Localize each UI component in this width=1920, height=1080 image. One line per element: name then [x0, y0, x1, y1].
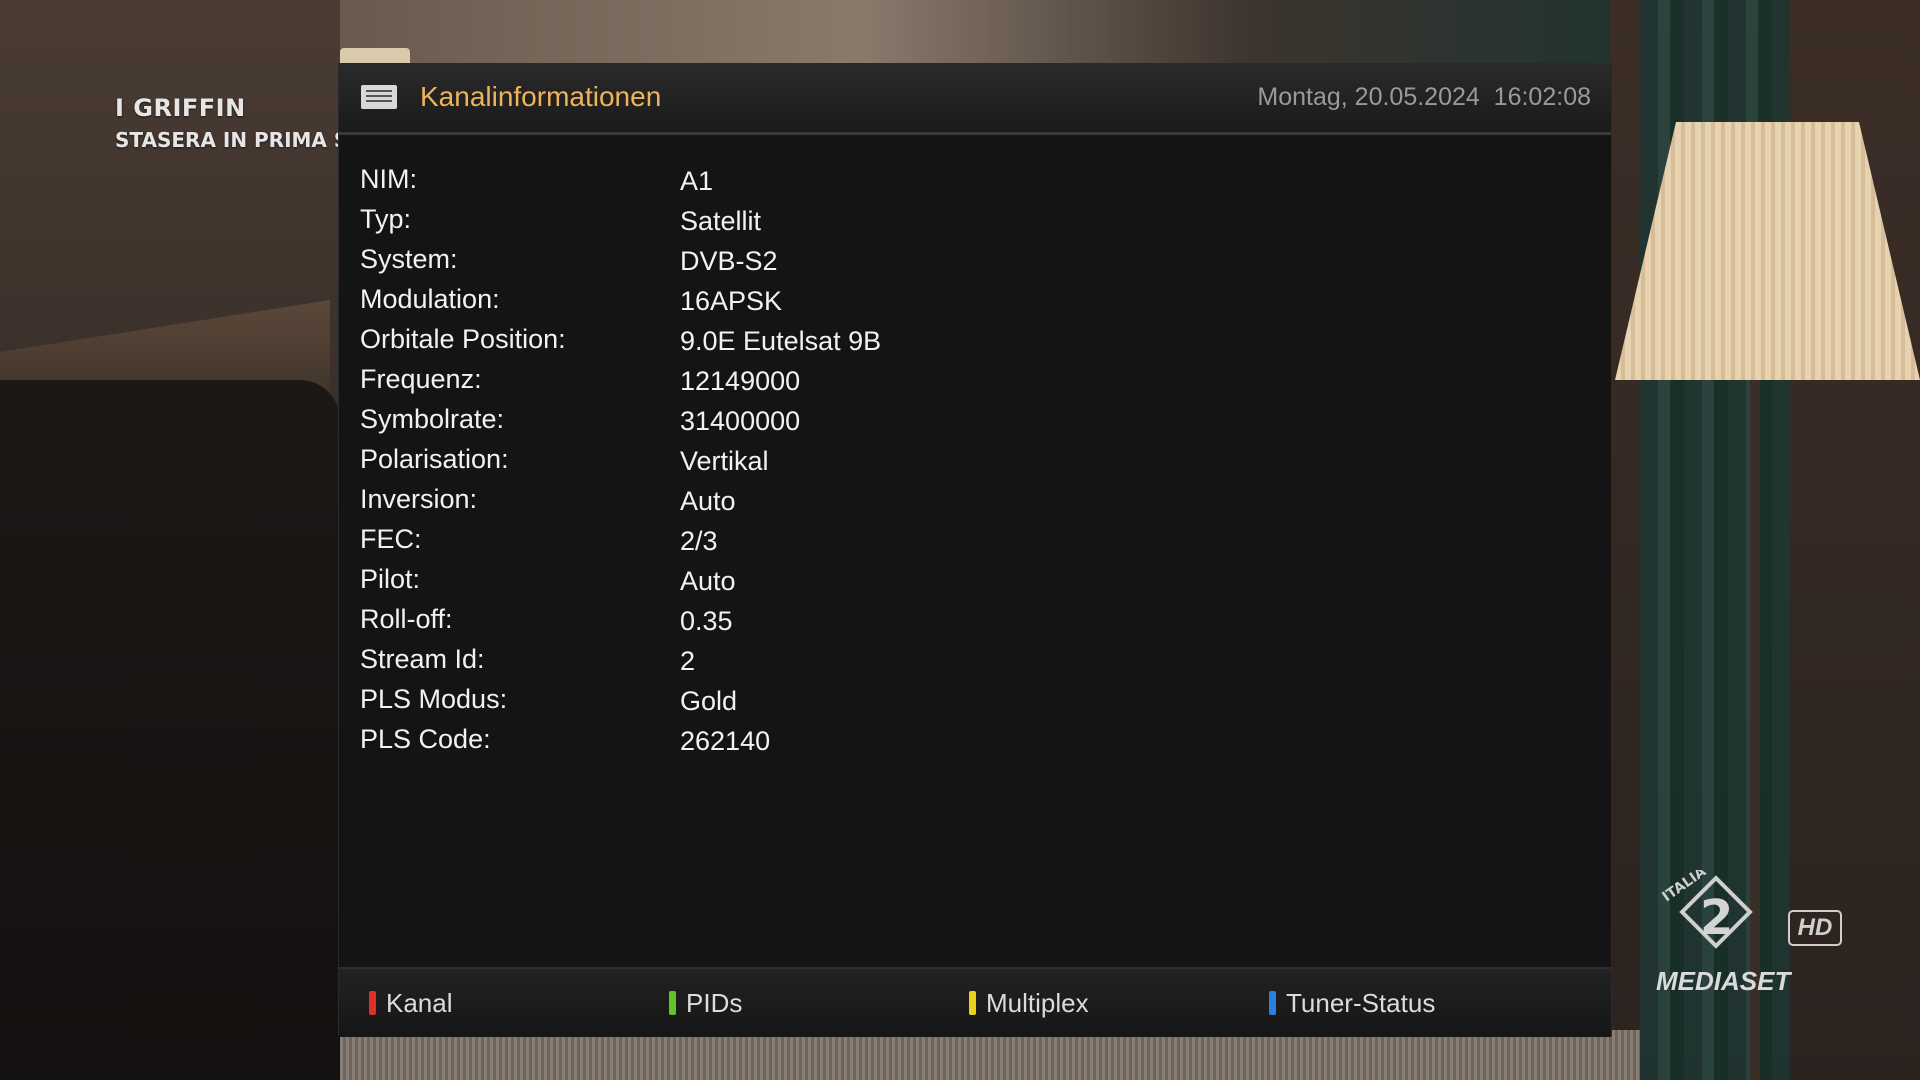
blue-button-tuner-status[interactable]: Tuner-Status	[1269, 985, 1435, 1021]
info-row: System: DVB-S2	[360, 244, 1580, 284]
mediaset-brand: MEDIASET	[1656, 966, 1791, 996]
yellow-button-multiplex[interactable]: Multiplex	[969, 985, 1089, 1021]
broadcast-overlay: I GRIFFIN STASERA IN PRIMA S	[115, 94, 348, 152]
info-label: PLS Modus:	[360, 684, 508, 714]
info-label: FEC:	[360, 524, 422, 554]
info-label: PLS Code:	[360, 724, 491, 754]
info-label: Polarisation:	[360, 444, 509, 474]
info-label: Typ:	[360, 204, 412, 234]
color-button-label: PIDs	[686, 987, 743, 1018]
info-row: Symbolrate: 31400000	[360, 404, 1580, 444]
info-label: Stream Id:	[360, 644, 485, 674]
color-key-icon	[1269, 991, 1276, 1015]
background-wall-top	[340, 0, 1640, 70]
info-value: Satellit	[680, 206, 762, 236]
info-value: 2	[680, 646, 696, 676]
info-row: Inversion: Auto	[360, 484, 1580, 524]
info-row: Pilot: Auto	[360, 564, 1580, 604]
channel-info-list: NIM: A1 Typ: Satellit System: DVB-S2 Modulatio…	[360, 164, 1580, 764]
info-value: 0.35	[680, 606, 733, 636]
info-row: Frequenz: 12149000	[360, 364, 1580, 404]
info-label: System:	[360, 244, 458, 274]
color-button-label: Tuner-Status	[1286, 987, 1436, 1018]
info-value: 262140	[680, 726, 771, 756]
broadcast-overlay-subtitle: STASERA IN PRIMA S	[115, 128, 349, 152]
color-key-icon	[969, 991, 976, 1015]
info-value: Auto	[680, 486, 736, 516]
info-row: Orbitale Position: 9.0E Eutelsat 9B	[360, 324, 1580, 364]
info-value: 31400000	[680, 406, 801, 436]
color-button-bar: Kanal PIDs Multiplex Tuner-Status	[339, 967, 1611, 1037]
info-label: Orbitale Position:	[360, 324, 566, 354]
channel-logo: ITALIA 2 HD MEDIASET	[1650, 870, 1842, 1000]
color-key-icon	[669, 991, 676, 1015]
color-button-label: Multiplex	[986, 987, 1089, 1018]
info-value: 2/3	[680, 526, 718, 556]
hd-badge: HD	[1788, 910, 1842, 946]
info-label: Inversion:	[360, 484, 478, 514]
info-label: NIM:	[360, 164, 417, 194]
green-button-pids[interactable]: PIDs	[669, 985, 742, 1021]
info-value: 16APSK	[680, 286, 783, 316]
info-row: Typ: Satellit	[360, 204, 1580, 244]
red-button-kanal[interactable]: Kanal	[369, 985, 453, 1021]
header-datetime: Montag, 20.05.2024 16:02:08	[1257, 83, 1591, 111]
channel-info-dialog: Kanalinformationen Montag, 20.05.2024 16…	[339, 64, 1611, 1037]
dialog-header: Kanalinformationen Montag, 20.05.2024 16…	[339, 64, 1611, 135]
info-value: Vertikal	[680, 446, 769, 476]
info-row: NIM: A1	[360, 164, 1580, 204]
info-value: Auto	[680, 566, 736, 596]
info-row: Stream Id: 2	[360, 644, 1580, 684]
background-shadow	[0, 380, 340, 1080]
channel-info-icon	[361, 85, 397, 109]
color-key-icon	[369, 991, 376, 1015]
info-value: Gold	[680, 686, 738, 716]
info-label: Frequenz:	[360, 364, 482, 394]
italia2-logo-icon: ITALIA 2	[1660, 870, 1753, 949]
background-floor	[340, 1030, 1640, 1080]
info-value: A1	[680, 166, 714, 196]
info-label: Roll-off:	[360, 604, 453, 634]
info-row: FEC: 2/3	[360, 524, 1580, 564]
color-button-label: Kanal	[386, 987, 453, 1018]
broadcast-overlay-title: I GRIFFIN	[115, 94, 246, 122]
dialog-title: Kanalinformationen	[420, 81, 662, 112]
info-value: DVB-S2	[680, 246, 778, 276]
info-row: PLS Modus: Gold	[360, 684, 1580, 724]
info-value: 9.0E Eutelsat 9B	[680, 326, 882, 356]
svg-text:2: 2	[1700, 890, 1733, 946]
info-row: Modulation: 16APSK	[360, 284, 1580, 324]
info-label: Symbolrate:	[360, 404, 505, 434]
info-label: Pilot:	[360, 564, 421, 594]
info-label: Modulation:	[360, 284, 500, 314]
info-value: 12149000	[680, 366, 801, 396]
info-row: Polarisation: Vertikal	[360, 444, 1580, 484]
info-row: Roll-off: 0.35	[360, 604, 1580, 644]
info-row: PLS Code: 262140	[360, 724, 1580, 764]
